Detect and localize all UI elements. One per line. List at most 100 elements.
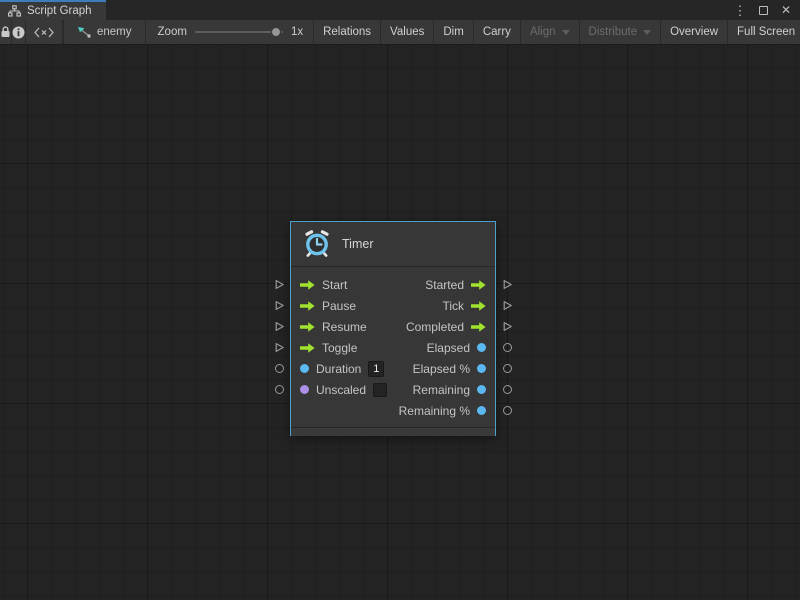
port-label: Completed [406, 320, 464, 334]
unscaled-checkbox[interactable] [373, 383, 387, 397]
port-connector-flow[interactable] [273, 274, 285, 295]
port-resume[interactable]: Resume [300, 320, 367, 334]
graph-name-label: enemy [97, 26, 132, 38]
port-label: Pause [322, 299, 356, 313]
port-connector-value[interactable] [501, 337, 513, 358]
lock-icon [0, 26, 11, 38]
port-connector-flow[interactable] [273, 316, 285, 337]
timer-node-body[interactable]: Timer Start Started Pause [290, 221, 496, 436]
port-started[interactable]: Started [425, 278, 486, 292]
port-connector-value[interactable] [501, 358, 513, 379]
toolbar-button-dim[interactable]: Dim [433, 20, 472, 44]
value-dot-icon [477, 385, 486, 394]
port-connector-value[interactable] [501, 379, 513, 400]
port-row: Resume Completed [291, 316, 495, 337]
value-dot-icon [477, 406, 486, 415]
port-label: Elapsed % [413, 362, 470, 376]
port-connector-flow[interactable] [273, 295, 285, 316]
button-label: Full Screen [737, 26, 795, 38]
graph-hierarchy-icon [8, 5, 21, 17]
port-connector-value[interactable] [501, 400, 513, 421]
toolbar-button-overview[interactable]: Overview [660, 20, 727, 44]
port-remaining-percent[interactable]: Remaining % [399, 404, 486, 418]
code-view-button[interactable] [26, 20, 63, 44]
port-toggle[interactable]: Toggle [300, 341, 357, 355]
value-dot-icon [300, 364, 309, 373]
external-input-ports [273, 274, 285, 400]
code-icon [34, 27, 54, 38]
port-label: Elapsed [427, 341, 470, 355]
toolbar-button-relations[interactable]: Relations [313, 20, 380, 44]
graph-breadcrumb[interactable]: enemy [63, 20, 146, 44]
value-dot-icon [300, 385, 309, 394]
button-label: Overview [670, 26, 718, 38]
toolbar-button-distribute: Distribute [579, 20, 661, 44]
port-connector-flow[interactable] [501, 274, 513, 295]
port-label: Unscaled [316, 383, 366, 397]
zoom-value: 1x [291, 26, 303, 38]
graph-canvas[interactable]: Timer Start Started Pause [0, 45, 800, 600]
graph-toolbar: enemy Zoom 1x Relations Values Dim Carry… [0, 20, 800, 45]
port-label: Duration [316, 362, 361, 376]
port-connector-value[interactable] [273, 358, 285, 379]
button-label: Values [390, 26, 424, 38]
button-label: Dim [443, 26, 463, 38]
lock-button[interactable] [0, 20, 12, 44]
port-elapsed-percent[interactable]: Elapsed % [413, 362, 486, 376]
tab-script-graph[interactable]: Script Graph [0, 0, 106, 20]
zoom-slider-handle[interactable] [271, 27, 281, 37]
port-label: Tick [442, 299, 464, 313]
toolbar-button-values[interactable]: Values [380, 20, 433, 44]
button-label: Align [530, 26, 556, 38]
port-connector-flow[interactable] [501, 316, 513, 337]
value-dot-icon [477, 343, 486, 352]
flow-arrow-icon [300, 301, 315, 311]
port-row: Pause Tick [291, 295, 495, 316]
value-dot-icon [477, 364, 486, 373]
timer-node[interactable]: Timer Start Started Pause [290, 221, 496, 436]
toolbar-button-carry[interactable]: Carry [473, 20, 520, 44]
button-label: Carry [483, 26, 511, 38]
port-completed[interactable]: Completed [406, 320, 486, 334]
port-pause[interactable]: Pause [300, 299, 356, 313]
port-connector-flow[interactable] [501, 295, 513, 316]
flow-arrow-icon [300, 280, 315, 290]
node-title: Timer [342, 237, 373, 251]
button-label: Relations [323, 26, 371, 38]
zoom-slider[interactable] [195, 26, 283, 38]
port-row: Unscaled Remaining [291, 379, 495, 400]
port-duration[interactable]: Duration [300, 361, 384, 377]
port-label: Toggle [322, 341, 357, 355]
zoom-slider-track[interactable] [195, 31, 283, 33]
inspect-button[interactable] [12, 20, 26, 44]
duration-input[interactable] [368, 361, 384, 377]
port-connector-flow[interactable] [273, 337, 285, 358]
port-connector-value[interactable] [273, 379, 285, 400]
port-remaining[interactable]: Remaining [413, 383, 486, 397]
menu-dots-icon[interactable]: ⋮ [732, 2, 748, 18]
tab-title: Script Graph [27, 5, 92, 17]
port-row: Start Started [291, 274, 495, 295]
port-label: Started [425, 278, 464, 292]
button-label: Distribute [589, 26, 638, 38]
flow-arrow-icon [471, 280, 486, 290]
port-tick[interactable]: Tick [442, 299, 486, 313]
node-ports: Start Started Pause Tick [291, 267, 495, 427]
close-icon[interactable]: ✕ [778, 2, 794, 18]
port-label: Remaining % [399, 404, 470, 418]
maximize-icon[interactable] [755, 2, 771, 18]
port-start[interactable]: Start [300, 278, 347, 292]
toolbar-button-fullscreen[interactable]: Full Screen [727, 20, 800, 44]
alarm-clock-icon [303, 230, 331, 258]
port-label: Remaining [413, 383, 470, 397]
external-output-ports [501, 274, 513, 421]
port-unscaled[interactable]: Unscaled [300, 383, 387, 397]
port-row: Toggle Elapsed [291, 337, 495, 358]
toolbar-button-align: Align [520, 20, 579, 44]
flow-arrow-icon [471, 322, 486, 332]
node-header[interactable]: Timer [291, 222, 495, 267]
zoom-control: Zoom 1x [146, 20, 314, 44]
port-elapsed[interactable]: Elapsed [427, 341, 486, 355]
tab-bar: Script Graph ⋮ ✕ [0, 0, 800, 20]
port-row: Duration Elapsed % [291, 358, 495, 379]
